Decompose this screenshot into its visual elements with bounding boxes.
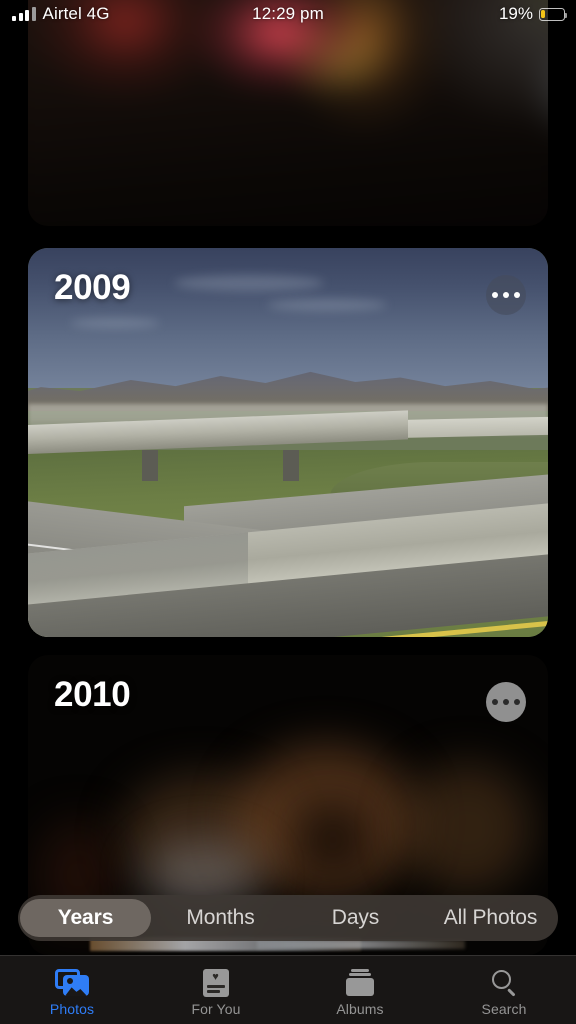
ellipsis-dot-icon: [492, 292, 498, 298]
clock-label: 12:29 pm: [252, 4, 324, 23]
bridge-pier: [282, 450, 299, 482]
for-you-heart-card-icon: ♥: [203, 968, 229, 998]
tab-photos[interactable]: Photos: [0, 956, 144, 1024]
more-options-button[interactable]: [486, 275, 526, 315]
year-card-2009[interactable]: 2009: [28, 248, 548, 637]
ellipsis-dot-icon: [492, 699, 498, 705]
tab-bar: Photos ♥ For You Albums Search: [0, 955, 576, 1024]
ellipsis-dot-icon: [514, 699, 520, 705]
ellipsis-dot-icon: [503, 292, 509, 298]
year-label: 2010: [54, 675, 131, 714]
cloud: [267, 298, 388, 311]
year-card-photo: [28, 0, 548, 226]
photos-app-screen: 2009 2010 Airtel 4G 12:29 pm 19% Years M…: [0, 0, 576, 1024]
cloud: [69, 318, 160, 329]
segment-years[interactable]: Years: [20, 899, 151, 937]
segment-all-photos[interactable]: All Photos: [425, 899, 556, 937]
battery-fill: [541, 9, 546, 19]
year-card-partial[interactable]: [28, 0, 548, 226]
tab-albums[interactable]: Albums: [288, 956, 432, 1024]
timeline-segmented-control[interactable]: Years Months Days All Photos: [18, 895, 558, 941]
battery-icon: [539, 7, 568, 21]
photos-stack-icon: [55, 968, 89, 998]
tab-label: For You: [191, 1000, 241, 1017]
bridge-pier: [142, 450, 159, 482]
battery-percent-label: 19%: [498, 4, 533, 23]
status-bar-right: 19%: [498, 4, 568, 24]
tab-label: Photos: [49, 1000, 95, 1017]
albums-stack-icon: [346, 968, 374, 998]
blur-blob: [298, 805, 369, 875]
magnifying-glass-icon: [491, 968, 518, 998]
tab-label: Albums: [336, 1000, 384, 1017]
segment-days[interactable]: Days: [290, 899, 421, 937]
segment-months[interactable]: Months: [155, 899, 286, 937]
tab-search[interactable]: Search: [432, 956, 576, 1024]
tab-label: Search: [481, 1000, 527, 1017]
more-options-button[interactable]: [486, 682, 526, 722]
ellipsis-dot-icon: [503, 699, 509, 705]
stage-lights: [256, 940, 465, 949]
year-label: 2009: [54, 268, 131, 307]
blur-blob: [402, 763, 533, 893]
tab-for-you[interactable]: ♥ For You: [144, 956, 288, 1024]
years-scroll-view[interactable]: 2009 2010: [0, 0, 576, 1024]
status-bar: Airtel 4G 12:29 pm 19%: [0, 0, 576, 28]
ellipsis-dot-icon: [514, 292, 520, 298]
